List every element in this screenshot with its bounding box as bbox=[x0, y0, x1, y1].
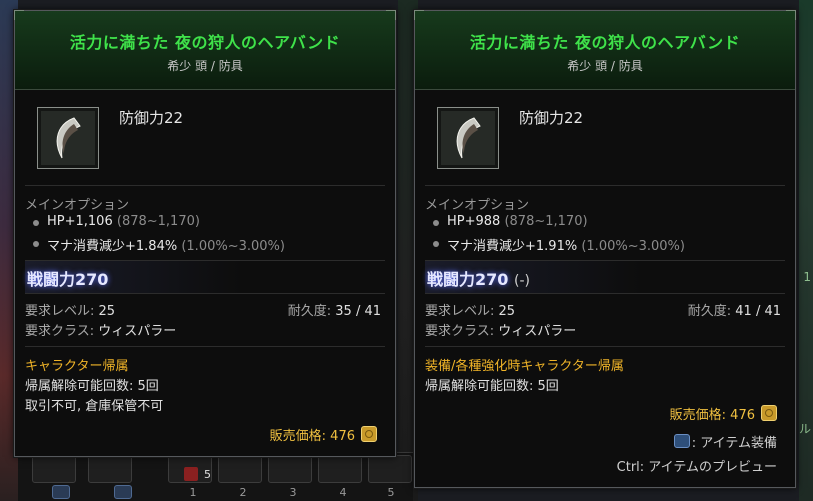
binding-title: 装備/各種強化時キャラクター帰属 bbox=[425, 359, 624, 374]
combat-power-section: 戦闘力270 (-) bbox=[425, 261, 785, 294]
option-value: マナ消費減少+1.91% bbox=[447, 239, 578, 254]
required-class-value: ウィスパラー bbox=[98, 324, 177, 339]
preview-hint: Ctrl: アイテムのプレビュー bbox=[616, 460, 777, 475]
equip-hint: : アイテム装備 bbox=[673, 432, 777, 451]
sell-price: 販売価格: 476 bbox=[670, 404, 777, 423]
potion-icon bbox=[184, 467, 198, 481]
game-background-right: 1 ル bbox=[799, 0, 813, 501]
option-value: HP+1,106 bbox=[47, 214, 113, 229]
required-level-label: 要求レベル: bbox=[425, 304, 495, 319]
tooltip-body: 防御力22 メインオプション HP+1,106 (878~1,170) マナ消費… bbox=[25, 97, 385, 456]
option-hp: HP+988 (878~1,170) bbox=[425, 214, 785, 235]
option-mana: マナ消費減少+1.84% (1.00%~3.00%) bbox=[25, 235, 385, 256]
item-rarity-type: 希少 頭 / 防具 bbox=[167, 59, 243, 73]
mouse-key-icon bbox=[52, 485, 70, 499]
headband-claw-icon bbox=[437, 107, 499, 169]
item-name: 活力に満ちた 夜の狩人のヘアバンド bbox=[69, 33, 341, 52]
combat-power-value: 戦闘力270 bbox=[427, 270, 509, 289]
slot-number: 5 bbox=[387, 486, 395, 499]
headband-claw-icon bbox=[37, 107, 99, 169]
hotbar-slot[interactable] bbox=[88, 455, 132, 483]
hotbar-slot[interactable] bbox=[268, 455, 312, 483]
right-click-mouse-icon bbox=[673, 434, 690, 448]
side-marker: ル bbox=[798, 422, 811, 436]
sell-price: 販売価格: 476 bbox=[270, 425, 377, 444]
sell-price-label: 販売価格: bbox=[269, 429, 327, 444]
durability: 耐久度: 41 / 41 bbox=[688, 300, 781, 319]
equip-hint-text: : アイテム装備 bbox=[691, 436, 777, 451]
bullet-icon bbox=[33, 241, 39, 247]
tooltip-header: 活力に満ちた 夜の狩人のヘアバンド 希少 頭 / 防具 bbox=[415, 11, 795, 90]
skill-hotbar: 5 1 2 3 4 5 bbox=[18, 452, 413, 501]
requirements-section: 要求レベル: 25 要求クラス: ウィスパラー 耐久度: 41 / 41 bbox=[425, 294, 785, 347]
binding-line: 取引不可, 倉庫保管不可 bbox=[25, 399, 164, 414]
item-summary: 防御力22 bbox=[25, 97, 385, 186]
side-marker: 1 bbox=[803, 270, 811, 284]
required-level-value: 25 bbox=[98, 304, 116, 319]
item-tooltip-compare: 活力に満ちた 夜の狩人のヘアバンド 希少 頭 / 防具 防御力22 メインオプシ… bbox=[414, 10, 796, 488]
combat-power-diff: (-) bbox=[513, 273, 530, 289]
combat-power: 戦闘力270 bbox=[27, 266, 108, 290]
slot-number: 3 bbox=[289, 486, 297, 499]
defense-stat: 防御力22 bbox=[519, 109, 584, 127]
requirements-section: 要求レベル: 25 要求クラス: ウィスパラー 耐久度: 35 / 41 bbox=[25, 294, 385, 347]
stack-count: 5 bbox=[204, 468, 211, 481]
slot-number: 2 bbox=[239, 486, 247, 499]
tooltip-body: 防御力22 メインオプション HP+988 (878~1,170) マナ消費減少… bbox=[425, 97, 785, 487]
tooltip-header: 活力に満ちた 夜の狩人のヘアバンド 希少 頭 / 防具 bbox=[15, 11, 395, 90]
option-range: (1.00%~3.00%) bbox=[581, 239, 685, 254]
sell-price-label: 販売価格: bbox=[669, 408, 727, 423]
binding-section: キャラクター帰属 帰属解除可能回数: 5回 取引不可, 倉庫保管不可 bbox=[25, 347, 385, 415]
binding-title: キャラクター帰属 bbox=[25, 359, 129, 374]
option-range: (1.00%~3.00%) bbox=[181, 239, 285, 254]
item-tooltip-equipped: 活力に満ちた 夜の狩人のヘアバンド 希少 頭 / 防具 防御力22 メインオプシ… bbox=[14, 10, 396, 457]
durability-value: 41 / 41 bbox=[735, 304, 781, 319]
hotbar-slot[interactable] bbox=[368, 455, 412, 483]
binding-line: 帰属解除可能回数: 5回 bbox=[425, 379, 559, 394]
defense-stat: 防御力22 bbox=[119, 109, 184, 127]
combat-power-value: 戦闘力270 bbox=[27, 270, 109, 289]
required-class-value: ウィスパラー bbox=[498, 324, 577, 339]
binding-section: 装備/各種強化時キャラクター帰属 帰属解除可能回数: 5回 bbox=[425, 347, 785, 395]
option-range: (878~1,170) bbox=[116, 214, 200, 229]
bullet-icon bbox=[433, 241, 439, 247]
required-class-label: 要求クラス: bbox=[425, 324, 495, 339]
combat-power-section: 戦闘力270 bbox=[25, 261, 385, 294]
sell-price-value: 476 bbox=[730, 408, 755, 423]
hotbar-slot[interactable] bbox=[218, 455, 262, 483]
required-class-label: 要求クラス: bbox=[25, 324, 95, 339]
durability: 耐久度: 35 / 41 bbox=[288, 300, 381, 319]
durability-label: 耐久度: bbox=[687, 304, 732, 319]
sell-price-value: 476 bbox=[330, 429, 355, 444]
required-class: 要求クラス: ウィスパラー bbox=[425, 320, 785, 340]
option-hp: HP+1,106 (878~1,170) bbox=[25, 214, 385, 235]
main-options-title: メインオプション bbox=[425, 198, 530, 213]
required-level-label: 要求レベル: bbox=[25, 304, 95, 319]
required-level-value: 25 bbox=[498, 304, 516, 319]
gold-coin-icon bbox=[761, 405, 777, 421]
option-mana: マナ消費減少+1.91% (1.00%~3.00%) bbox=[425, 235, 785, 256]
binding-line: 帰属解除可能回数: 5回 bbox=[25, 379, 159, 394]
main-options-title: メインオプション bbox=[25, 198, 130, 213]
durability-label: 耐久度: bbox=[287, 304, 332, 319]
item-summary: 防御力22 bbox=[425, 97, 785, 186]
bullet-icon bbox=[33, 220, 39, 226]
gold-coin-icon bbox=[361, 426, 377, 442]
durability-value: 35 / 41 bbox=[335, 304, 381, 319]
option-value: マナ消費減少+1.84% bbox=[47, 239, 178, 254]
mouse-key-icon bbox=[114, 485, 132, 499]
item-rarity-type: 希少 頭 / 防具 bbox=[567, 59, 643, 73]
slot-number: 1 bbox=[189, 486, 197, 499]
option-value: HP+988 bbox=[447, 214, 501, 229]
hotbar-slot[interactable] bbox=[318, 455, 362, 483]
required-class: 要求クラス: ウィスパラー bbox=[25, 320, 385, 340]
slot-number: 4 bbox=[339, 486, 347, 499]
combat-power: 戦闘力270 (-) bbox=[427, 266, 530, 290]
main-options-section: メインオプション HP+988 (878~1,170) マナ消費減少+1.91%… bbox=[425, 186, 785, 261]
item-name: 活力に満ちた 夜の狩人のヘアバンド bbox=[469, 33, 741, 52]
option-range: (878~1,170) bbox=[504, 214, 588, 229]
bullet-icon bbox=[433, 220, 439, 226]
main-options-section: メインオプション HP+1,106 (878~1,170) マナ消費減少+1.8… bbox=[25, 186, 385, 261]
hotbar-slot[interactable] bbox=[32, 455, 76, 483]
